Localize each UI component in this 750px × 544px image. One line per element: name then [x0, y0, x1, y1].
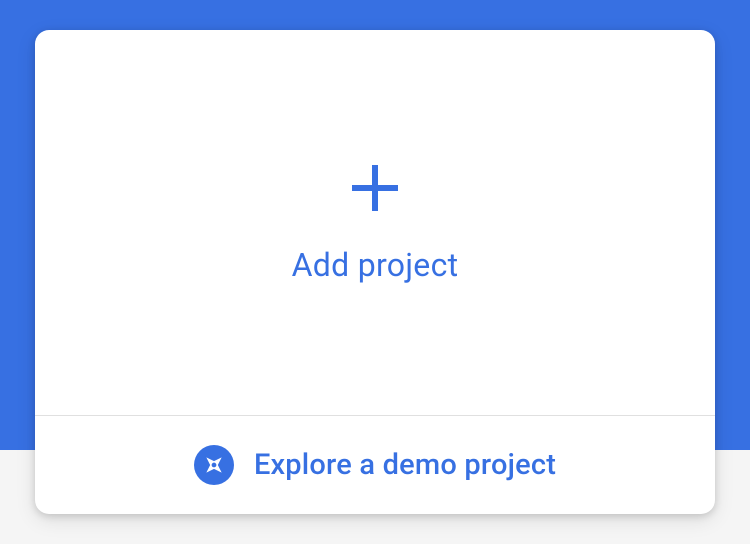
explore-demo-button[interactable]: Explore a demo project: [35, 416, 715, 514]
compass-icon: [194, 445, 234, 485]
add-project-button[interactable]: Add project: [35, 30, 715, 415]
add-project-label: Add project: [292, 246, 459, 284]
project-card: Add project Explore a demo project: [35, 30, 715, 514]
plus-icon: [349, 162, 401, 214]
explore-demo-label: Explore a demo project: [254, 448, 556, 482]
